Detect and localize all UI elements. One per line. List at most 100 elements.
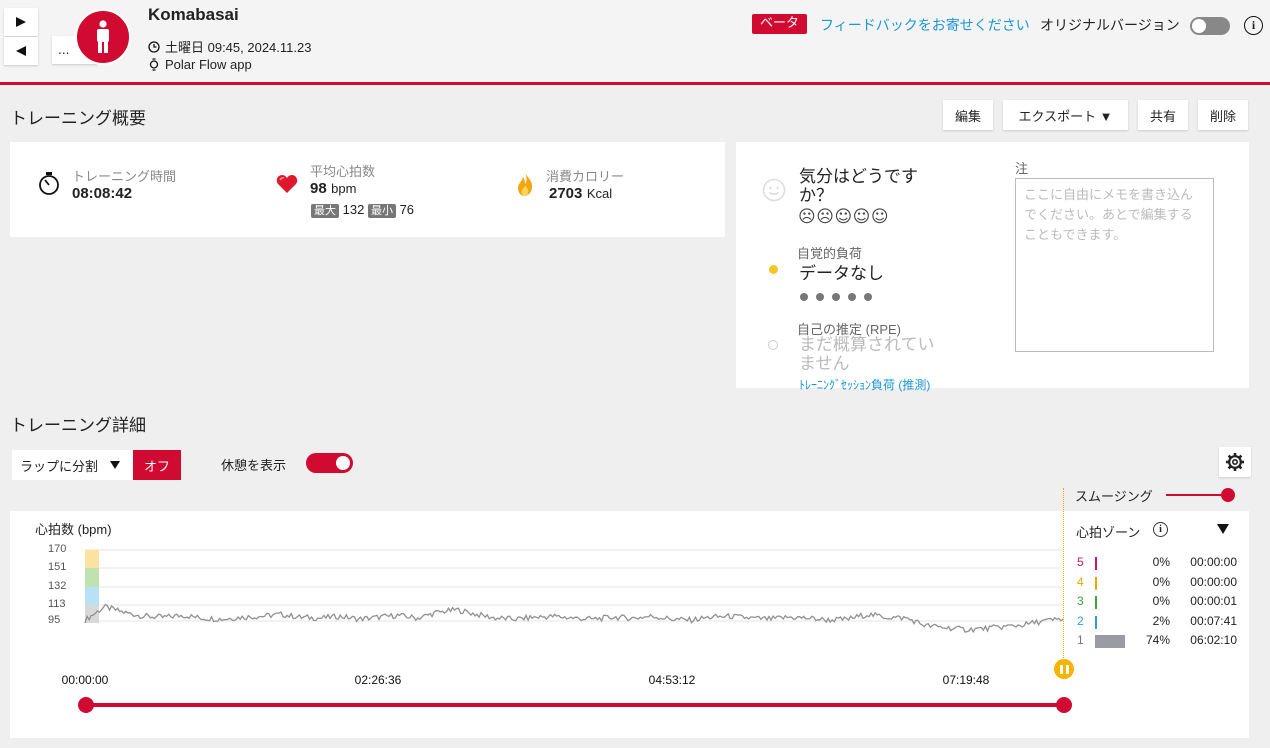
zone-row: 1 74% 06:02:10 (1077, 633, 1242, 651)
lap-split-select[interactable]: ラップに分割 (12, 450, 133, 480)
timeline-track[interactable] (86, 703, 1064, 707)
pause-icon[interactable] (1054, 659, 1074, 679)
source-text: Polar Flow app (165, 57, 252, 72)
rpe-value: データなし (799, 264, 884, 283)
heart-icon (276, 175, 298, 193)
zone-bar (1095, 615, 1097, 629)
gear-icon (1226, 453, 1244, 471)
edit-button[interactable]: 編集 (943, 100, 993, 130)
note-textarea[interactable]: ここに自由にメモを書き込んでください。あとで編集することもできます。 (1015, 178, 1214, 352)
hr-label: 平均心拍数 (310, 164, 376, 179)
pause-marker-line (1063, 488, 1064, 658)
zone-row: 2 2% 00:07:41 (1077, 614, 1242, 632)
feel-question: 気分はどうですか？ (799, 167, 918, 205)
zones-info-icon[interactable]: i (1153, 522, 1168, 537)
watch-icon (149, 58, 159, 71)
smiley-outline-icon (762, 178, 786, 202)
zone-bar (1095, 576, 1097, 590)
training-load-link[interactable]: ﾄﾚｰﾆﾝｸﾞｾｯｼｮﾝ負荷 (推測) (799, 376, 930, 393)
next-session-button[interactable] (4, 8, 38, 36)
zones-chevron-down-icon[interactable] (1217, 524, 1229, 534)
note-label: 注 (1015, 161, 1029, 176)
smoothing-label: スムージング (1075, 489, 1153, 504)
zone-bar (1095, 557, 1097, 570)
zone-bar (1095, 596, 1097, 609)
hr-series-line (84, 603, 1064, 634)
x-tick-label: 04:53:12 (648, 673, 696, 687)
zone-time: 00:00:00 (1190, 555, 1237, 569)
export-button[interactable]: エクスポート ▼ (1003, 100, 1128, 130)
original-version-toggle[interactable] (1190, 17, 1230, 35)
original-version-label: オリジナルバージョン (1040, 18, 1180, 34)
zone-bar (1095, 635, 1125, 648)
hr-range: 最大 132 最小 76 (311, 202, 414, 218)
zone-percent: 0% (1152, 594, 1170, 608)
zone-time: 00:07:41 (1190, 613, 1237, 628)
settings-button[interactable] (1219, 447, 1251, 477)
smoothing-handle[interactable] (1221, 488, 1235, 502)
zone-percent: 0% (1152, 574, 1170, 589)
zone-number: 1 (1077, 633, 1084, 647)
session-source: Polar Flow app (148, 57, 252, 72)
stopwatch-icon (39, 172, 59, 195)
rpe-dots[interactable] (800, 286, 880, 305)
prev-session-button[interactable] (4, 37, 38, 65)
zone-row: 4 0% 00:00:00 (1077, 575, 1242, 593)
zone-row: 3 0% 00:00:01 (1077, 594, 1242, 612)
feel-faces[interactable]: ☹☹☺☺☺ (798, 207, 889, 227)
avatar[interactable] (75, 9, 131, 65)
hr-unit: bpm (331, 181, 357, 196)
hr-value: 98 (310, 180, 327, 197)
self-estimate-dot (768, 340, 778, 350)
chart-ylabel: 心拍数 (bpm) (35, 522, 112, 537)
hr-chart[interactable] (0, 540, 1070, 640)
feedback-link[interactable]: フィードバックをお寄せください (820, 15, 1030, 35)
calories-value: 2703 (549, 185, 583, 202)
zone-percent: 74% (1145, 633, 1170, 647)
flame-icon (518, 172, 533, 196)
hr-max-value: 132 (342, 202, 365, 217)
hr-max-tag: 最大 (311, 204, 339, 218)
info-icon[interactable]: i (1244, 16, 1263, 35)
zone-percent: 2% (1152, 613, 1170, 628)
zone-time: 06:02:10 (1190, 633, 1237, 647)
user-name: Komabasai (148, 5, 239, 24)
zones-title: 心拍ゾーン (1076, 525, 1141, 540)
datetime-text: 土曜日 09:45, 2024.11.23 (165, 40, 312, 55)
zone-band (85, 587, 99, 605)
zone-time: 00:00:01 (1190, 594, 1237, 608)
calories-unit: Kcal (586, 186, 613, 201)
calories-label: 消費カロリー (546, 169, 625, 184)
rest-toggle[interactable] (306, 453, 353, 473)
smoothing-track[interactable] (1166, 494, 1228, 496)
delete-button[interactable]: 削除 (1198, 100, 1248, 130)
lap-off-button[interactable]: オフ (133, 450, 181, 480)
calories: 2703 Kcal (549, 185, 612, 203)
clock-icon (148, 40, 160, 53)
play-left-icon (16, 46, 26, 56)
x-tick-label: 07:19:48 (942, 673, 990, 687)
beta-badge: ベータ (752, 14, 808, 34)
person-icon (97, 20, 109, 53)
hr-average: 98 bpm (310, 180, 356, 198)
chevron-down-icon (110, 461, 121, 469)
summary-title: トレーニング概要 (10, 109, 146, 128)
zone-band (85, 550, 99, 568)
share-button[interactable]: 共有 (1138, 100, 1188, 130)
details-title: トレーニング詳細 (10, 416, 146, 435)
rest-label: 休憩を表示 (221, 458, 287, 473)
timeline-start-handle[interactable] (78, 697, 94, 713)
zone-number: 5 (1077, 555, 1084, 569)
zone-band (85, 568, 99, 587)
hr-min-value: 76 (399, 202, 415, 217)
rpe-status-dot (769, 265, 778, 274)
timeline-end-handle[interactable] (1056, 697, 1072, 713)
zone-number: 2 (1077, 613, 1084, 628)
zone-row: 5 0% 00:00:00 (1077, 555, 1242, 573)
self-estimate-value: まだ概算されていません (799, 335, 935, 373)
toggle-knob (1192, 19, 1206, 33)
toggle-knob (336, 456, 350, 470)
duration-label: トレーニング時間 (72, 169, 177, 184)
zone-time: 00:00:00 (1190, 574, 1237, 589)
lap-select-label: ラップに分割 (20, 458, 99, 474)
